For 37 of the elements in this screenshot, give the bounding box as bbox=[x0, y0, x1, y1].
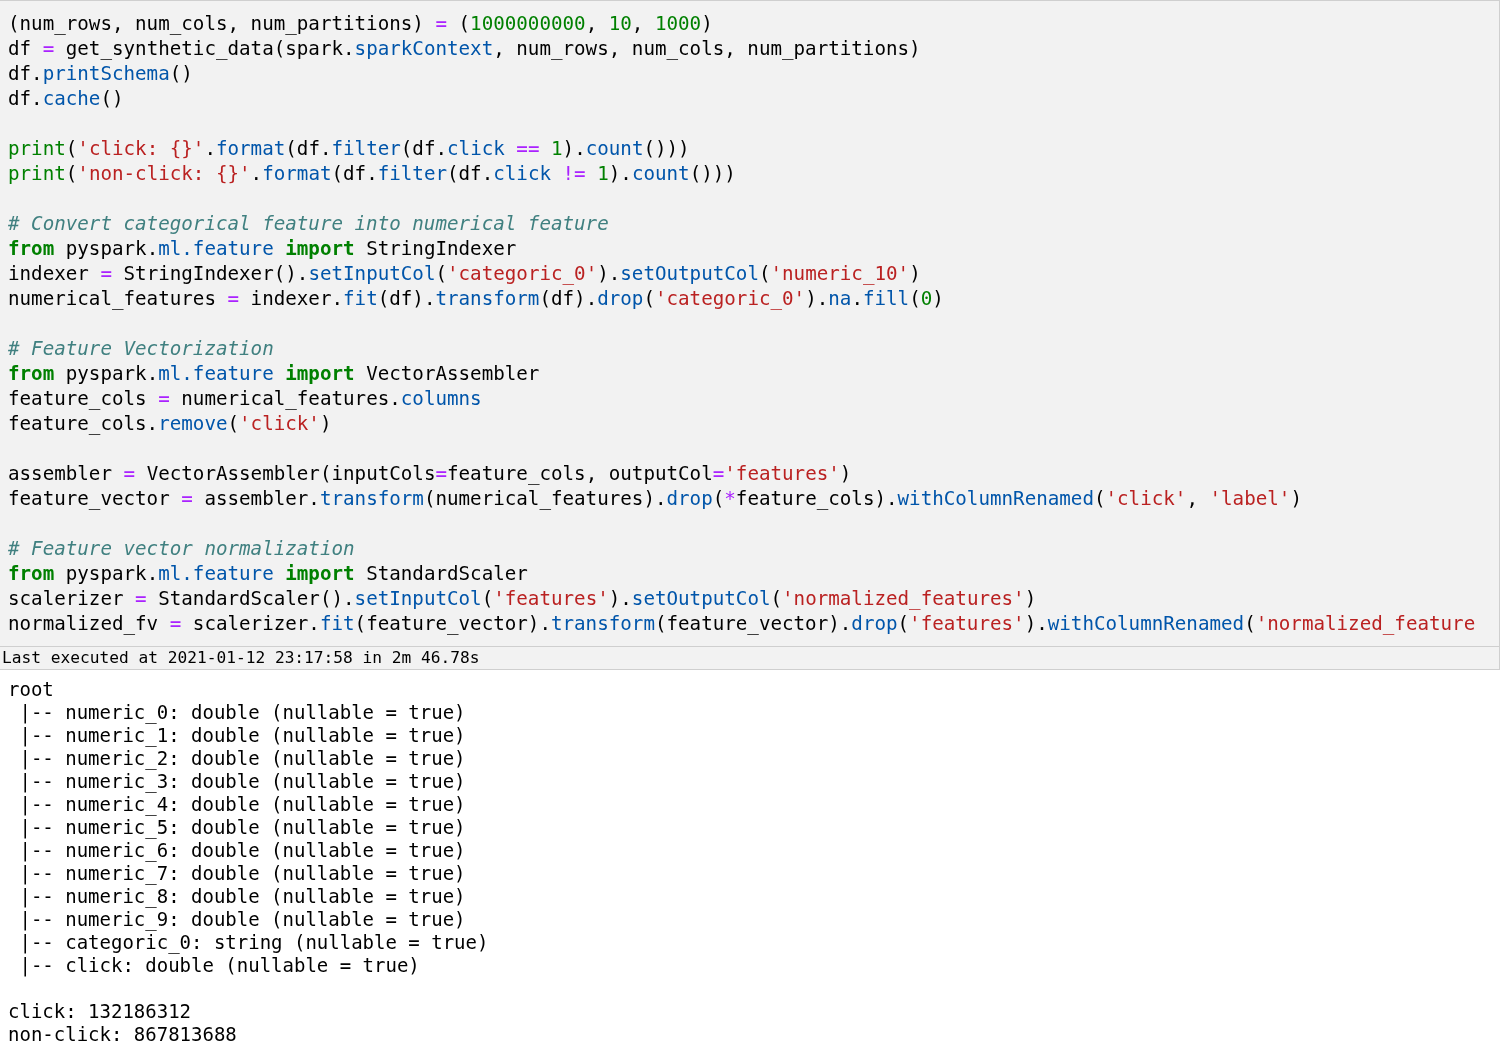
code-line: from pyspark.ml.feature import StringIndexer bbox=[8, 236, 518, 261]
output-line: |-- numeric_5: double (nullable = true) bbox=[18, 816, 467, 839]
output-line: |-- categoric_0: string (nullable = true) bbox=[18, 931, 490, 954]
output-line: |-- numeric_9: double (nullable = true) bbox=[18, 908, 467, 931]
output-line: |-- numeric_0: double (nullable = true) bbox=[18, 701, 467, 724]
code-line: (num_rows, num_cols, num_partitions) = (1000000000, 10, 1000) bbox=[8, 11, 714, 36]
output-line: |-- numeric_2: double (nullable = true) bbox=[18, 747, 467, 770]
output-line: |-- numeric_1: double (nullable = true) bbox=[18, 724, 467, 747]
output-line: |-- numeric_4: double (nullable = true) bbox=[18, 793, 467, 816]
code-line: indexer = StringIndexer().setInputCol('categoric_0').setOutputCol('numeric_10') bbox=[8, 261, 922, 286]
code-line: # Feature Vectorization bbox=[8, 336, 275, 361]
output-line: non-click: 867813688 bbox=[8, 1023, 238, 1046]
code-line: from pyspark.ml.feature import StandardScaler bbox=[8, 561, 529, 586]
code-line: from pyspark.ml.feature import VectorAssembler bbox=[8, 361, 541, 386]
code-line: scalerizer = StandardScaler().setInputCol('features').setOutputCol('normalized_features') bbox=[8, 586, 1038, 611]
execution-time-text: Last executed at 2021-01-12 23:17:58 in 2m 46.78s bbox=[2, 648, 480, 667]
output-line: |-- click: double (nullable = true) bbox=[18, 954, 421, 977]
output-line: |-- numeric_3: double (nullable = true) bbox=[18, 770, 467, 793]
code-line: df.printSchema() bbox=[8, 61, 194, 86]
code-line: assembler = VectorAssembler(inputCols=feature_cols, outputCol='features') bbox=[8, 461, 853, 486]
code-line: normalized_fv = scalerizer.fit(feature_vector).transform(feature_vector).drop('features').withColumnRenamed('normalized_feature bbox=[8, 611, 1477, 636]
code-line: # Convert categorical feature into numerical feature bbox=[8, 211, 610, 236]
code-line: feature_cols = numerical_features.columns bbox=[8, 386, 483, 411]
code-line: df = get_synthetic_data(spark.sparkContext, num_rows, num_cols, num_partitions) bbox=[8, 36, 922, 61]
output-line: |-- numeric_8: double (nullable = true) bbox=[18, 885, 467, 908]
output-line: click: 132186312 bbox=[8, 1000, 193, 1023]
code-line: # Feature vector normalization bbox=[8, 536, 356, 561]
code-line: numerical_features = indexer.fit(df).transform(df).drop('categoric_0').na.fill(0) bbox=[8, 286, 945, 311]
code-line: print('click: {}'.format(df.filter(df.click == 1).count())) bbox=[8, 136, 691, 161]
code-line: feature_cols.remove('click') bbox=[8, 411, 333, 436]
code-line: df.cache() bbox=[8, 86, 125, 111]
output-line: |-- numeric_7: double (nullable = true) bbox=[18, 862, 467, 885]
code-line: feature_vector = assembler.transform(numerical_features).drop(*feature_cols).withColumnRenamed('click', 'label') bbox=[8, 486, 1303, 511]
code-cell[interactable] bbox=[0, 0, 1500, 670]
output-line: |-- numeric_6: double (nullable = true) bbox=[18, 839, 467, 862]
code-line: print('non-click: {}'.format(df.filter(df.click != 1).count())) bbox=[8, 161, 737, 186]
output-line: root bbox=[8, 678, 55, 701]
